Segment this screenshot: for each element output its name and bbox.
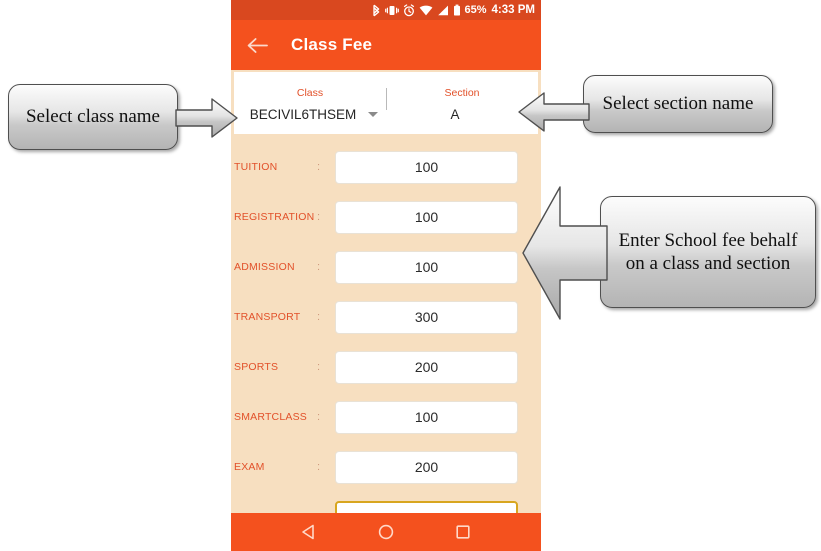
fee-row: SPORTS: 200	[231, 342, 541, 392]
annotation-select-class: Select class name	[8, 84, 178, 150]
fee-colon: :	[317, 361, 321, 373]
fee-row: EXAM: 200	[231, 442, 541, 492]
fee-colon: :	[317, 311, 321, 323]
fee-amount-input[interactable]: 300	[335, 300, 518, 334]
fee-row: TRANSPORT: 300	[231, 292, 541, 342]
battery-percent-label: 65%	[464, 4, 487, 16]
android-nav-bar	[231, 513, 541, 551]
nav-back-icon[interactable]	[300, 523, 318, 541]
annotation-arrow-right-1	[175, 98, 238, 138]
fee-label: EXAM	[234, 461, 265, 473]
bluetooth-icon	[372, 4, 381, 17]
annotation-enter-school-fee: Enter School fee behalf on a class and s…	[600, 196, 816, 308]
nav-home-icon[interactable]	[377, 523, 395, 541]
nav-recents-icon[interactable]	[454, 523, 472, 541]
fee-label: TUITION	[234, 161, 278, 173]
section-label: Section	[444, 86, 480, 99]
fee-colon: :	[317, 261, 321, 273]
class-value: BECIVIL6THSEM	[249, 106, 357, 122]
fee-amount-input[interactable]: 100	[335, 150, 518, 184]
annotation-arrow-left-3	[522, 186, 608, 320]
clock-label: 4:33 PM	[491, 4, 535, 16]
app-bar: Class Fee	[231, 20, 541, 70]
class-section-selector-card: Class BECIVIL6THSEM Section A	[234, 72, 538, 134]
class-dropdown[interactable]: Class BECIVIL6THSEM	[234, 72, 386, 134]
fee-amount-input[interactable]: 200	[335, 350, 518, 384]
fee-colon: :	[317, 461, 321, 473]
fee-row: TUITION: 100	[231, 142, 541, 192]
annotation-select-section: Select section name	[583, 75, 773, 133]
fee-amount-input[interactable]: 100	[335, 250, 518, 284]
chevron-down-icon	[368, 111, 378, 117]
fee-amount-input[interactable]: 100	[335, 400, 518, 434]
status-bar: 65% 4:33 PM	[231, 0, 541, 20]
back-arrow-icon[interactable]	[245, 33, 269, 57]
fee-row: ADMISSION: 100	[231, 242, 541, 292]
fee-label: TRANSPORT	[234, 311, 301, 323]
fee-label: SMARTCLASS	[234, 411, 307, 423]
class-label: Class	[296, 86, 324, 99]
phone-screenshot: 65% 4:33 PM Class Fee Class BECIVIL6THSE…	[231, 0, 541, 551]
fee-label: REGISTRATION	[234, 211, 315, 223]
vibrate-icon	[384, 4, 399, 17]
signal-icon	[437, 4, 449, 17]
status-bar-icons	[372, 3, 461, 17]
fee-colon: :	[317, 161, 321, 173]
fee-row: REGISTRATION: 100	[231, 192, 541, 242]
fee-amount-input[interactable]: 200	[335, 450, 518, 484]
fee-list: TUITION: 100 REGISTRATION: 100 ADMISSION: 100…	[231, 142, 541, 542]
section-value: A	[450, 106, 460, 122]
battery-icon	[453, 4, 461, 17]
wifi-icon	[419, 4, 433, 17]
fee-amount-input[interactable]: 100	[335, 200, 518, 234]
fee-colon: :	[317, 211, 321, 223]
fee-label: ADMISSION	[234, 261, 295, 273]
fee-label: SPORTS	[234, 361, 279, 373]
section-dropdown[interactable]: Section A	[386, 72, 538, 134]
fee-row: SMARTCLASS: 100	[231, 392, 541, 442]
page-title: Class Fee	[291, 35, 373, 54]
annotation-arrow-left-2	[518, 92, 590, 132]
alarm-icon	[403, 3, 415, 17]
fee-colon: :	[317, 411, 321, 423]
